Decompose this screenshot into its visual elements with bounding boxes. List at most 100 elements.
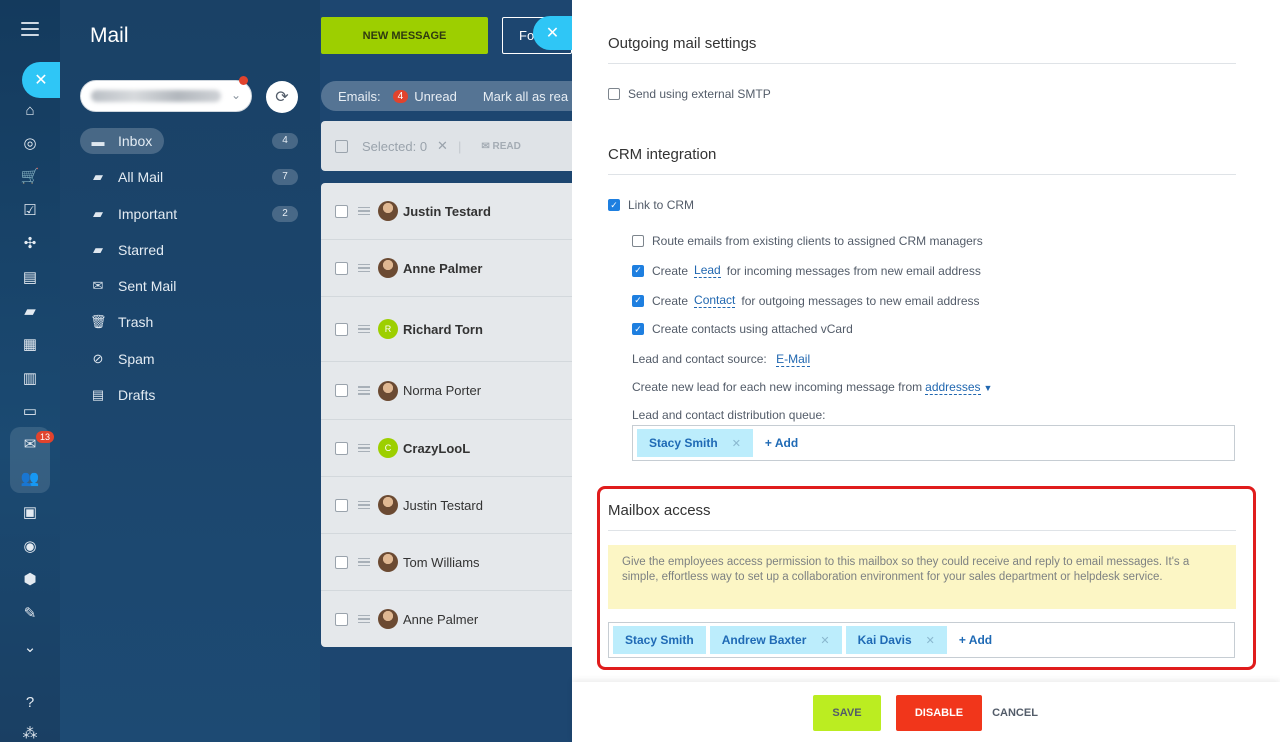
hamburger-icon[interactable] xyxy=(21,22,39,36)
sitemap-icon[interactable]: ⁂ xyxy=(10,718,50,742)
message-row[interactable]: Justin Testard xyxy=(321,477,572,534)
mark-all-read-link[interactable]: Mark all as rea xyxy=(483,89,568,104)
message-row[interactable]: C CrazyLooL xyxy=(321,420,572,477)
select-all-checkbox[interactable] xyxy=(335,139,348,153)
sender-name: Anne Palmer xyxy=(403,260,483,276)
link-crm-label: Link to CRM xyxy=(628,198,695,212)
folder-item[interactable]: ▤ Drafts xyxy=(80,382,300,408)
message-row[interactable]: R Richard Torn xyxy=(321,297,572,362)
new-message-button[interactable]: NEW MESSAGE xyxy=(321,17,488,54)
close-icon[interactable]: ✕ xyxy=(22,62,60,98)
contact-entity-link[interactable]: Contact xyxy=(694,293,736,308)
row-checkbox[interactable] xyxy=(335,498,348,512)
refresh-icon[interactable]: ⟳ xyxy=(266,81,298,113)
selection-toolbar: Selected: 0 ✕ | ✉ READ xyxy=(321,121,572,171)
checkbox-icon[interactable]: ☑ xyxy=(10,195,50,225)
row-checkbox[interactable] xyxy=(335,384,348,397)
create-word: Create xyxy=(652,293,689,308)
message-row[interactable]: Norma Porter xyxy=(321,362,572,420)
folder-count-badge: 7 xyxy=(272,169,298,186)
document-icon[interactable]: ▥ xyxy=(10,363,50,393)
folder-item[interactable]: ▰ All Mail 7 xyxy=(80,164,300,190)
drive-icon[interactable]: ▭ xyxy=(10,396,50,426)
lead-entity-link[interactable]: Lead xyxy=(694,263,721,278)
create-contact-checkbox[interactable]: ✓ Create Contact for outgoing messages t… xyxy=(632,293,980,308)
message-row[interactable]: Justin Testard xyxy=(321,183,572,240)
box-icon[interactable]: ⬢ xyxy=(10,564,50,594)
robot-icon[interactable]: ◉ xyxy=(10,531,50,561)
calendar-icon[interactable]: ▦ xyxy=(10,329,50,359)
signature-icon[interactable]: ✎ xyxy=(10,598,50,628)
team-icon[interactable]: 👥 xyxy=(10,463,50,493)
folder-item[interactable]: ▰ Important 2 xyxy=(80,201,300,227)
row-checkbox[interactable] xyxy=(335,322,348,336)
disable-button[interactable]: DISABLE xyxy=(896,695,982,731)
create-lead-checkbox[interactable]: ✓ Create Lead for incoming messages from… xyxy=(632,263,981,278)
sent-icon: ✉ xyxy=(92,278,104,294)
mark-read-button[interactable]: ✉ READ xyxy=(481,141,521,152)
save-button[interactable]: SAVE xyxy=(813,695,881,731)
avatar xyxy=(378,609,398,629)
feed-icon[interactable]: ▤ xyxy=(10,262,50,292)
row-checkbox[interactable] xyxy=(335,555,348,569)
drag-handle-icon[interactable] xyxy=(358,442,370,455)
route-emails-checkbox[interactable]: Route emails from existing clients to as… xyxy=(632,234,983,248)
home-icon[interactable]: ⌂ xyxy=(10,95,50,125)
folder-list: ▬ Inbox 4 ▰ All Mail 7 ▰ Important 2 ▰ Starred ✉ Sen… xyxy=(80,128,300,418)
message-list-area: NEW MESSAGE Fo Emails: 4 Unread Mark all… xyxy=(320,0,572,742)
remove-tag-icon[interactable]: ✕ xyxy=(732,437,741,450)
unread-filter[interactable]: Unread xyxy=(414,89,457,104)
drag-handle-icon[interactable] xyxy=(358,205,370,218)
route-emails-label: Route emails from existing clients to as… xyxy=(652,234,983,248)
mailbox-selector[interactable]: ⌄ xyxy=(80,76,252,112)
folder-item[interactable]: 🗑 Trash xyxy=(80,309,300,335)
row-checkbox[interactable] xyxy=(335,261,348,275)
sender-name: Richard Torn xyxy=(403,321,483,337)
link-crm-checkbox[interactable]: ✓ Link to CRM xyxy=(608,198,694,212)
inbox-icon: ▬ xyxy=(91,133,105,149)
message-row[interactable]: Anne Palmer xyxy=(321,591,572,647)
target-icon[interactable]: ◎ xyxy=(10,128,50,158)
cart-icon[interactable]: 🛒 xyxy=(10,161,50,191)
unread-count-badge: 4 xyxy=(392,89,409,103)
row-checkbox[interactable] xyxy=(335,612,348,626)
queue-add-button[interactable]: + Add xyxy=(765,436,798,450)
page-title: Mail xyxy=(90,24,129,47)
message-row[interactable]: Anne Palmer xyxy=(321,240,572,297)
folder-item[interactable]: ✉ Sent Mail xyxy=(80,273,300,299)
drag-handle-icon[interactable] xyxy=(358,613,370,626)
queue-user-selector[interactable]: Stacy Smith ✕ + Add xyxy=(632,425,1235,461)
close-icon[interactable]: ✕ xyxy=(533,16,572,50)
drag-handle-icon[interactable] xyxy=(358,384,370,397)
message-row[interactable]: Tom Williams xyxy=(321,534,572,591)
folder-item[interactable]: ▬ Inbox 4 xyxy=(80,128,298,154)
network-icon[interactable]: ✣ xyxy=(10,228,50,258)
avatar xyxy=(378,258,398,278)
more-icon[interactable]: ⌄ xyxy=(10,632,50,662)
chat-icon[interactable]: ▰ xyxy=(10,296,50,326)
new-lead-dropdown[interactable]: addresses xyxy=(925,380,981,395)
cancel-button[interactable]: CANCEL xyxy=(990,695,1040,731)
sender-name: Norma Porter xyxy=(403,383,482,398)
contact-card-icon[interactable]: ▣ xyxy=(10,497,50,527)
clear-selection-icon[interactable]: ✕ xyxy=(437,138,448,154)
help-icon[interactable]: ? xyxy=(10,687,50,717)
row-checkbox[interactable] xyxy=(335,441,348,455)
drag-handle-icon[interactable] xyxy=(358,323,370,336)
drag-handle-icon[interactable] xyxy=(358,556,370,569)
queue-label: Lead and contact distribution queue: xyxy=(632,408,826,422)
row-checkbox[interactable] xyxy=(335,204,348,218)
folder-item[interactable]: ▰ Starred xyxy=(80,237,300,263)
drag-handle-icon[interactable] xyxy=(358,262,370,275)
drag-handle-icon[interactable] xyxy=(358,499,370,512)
smtp-checkbox[interactable]: Send using external SMTP xyxy=(608,87,771,101)
checkmark-icon: ✓ xyxy=(632,323,644,335)
email-filter-bar: Emails: 4 Unread Mark all as rea xyxy=(321,81,572,111)
folder-item[interactable]: ⊘ Spam xyxy=(80,346,300,372)
source-value-link[interactable]: E-Mail xyxy=(776,352,811,367)
left-rail: ⌂ ◎ 🛒 ☑ ✣ ▤ ▰ ▦ ▥ ▭ ✉ 👥 ▣ ◉ ⬢ ✎ ⌄? ⁂ 13 xyxy=(0,0,60,742)
avatar xyxy=(378,201,398,221)
queue-user-tag[interactable]: Stacy Smith ✕ xyxy=(637,429,753,457)
create-word: Create xyxy=(652,263,689,278)
vcard-checkbox[interactable]: ✓ Create contacts using attached vCard xyxy=(632,322,853,336)
